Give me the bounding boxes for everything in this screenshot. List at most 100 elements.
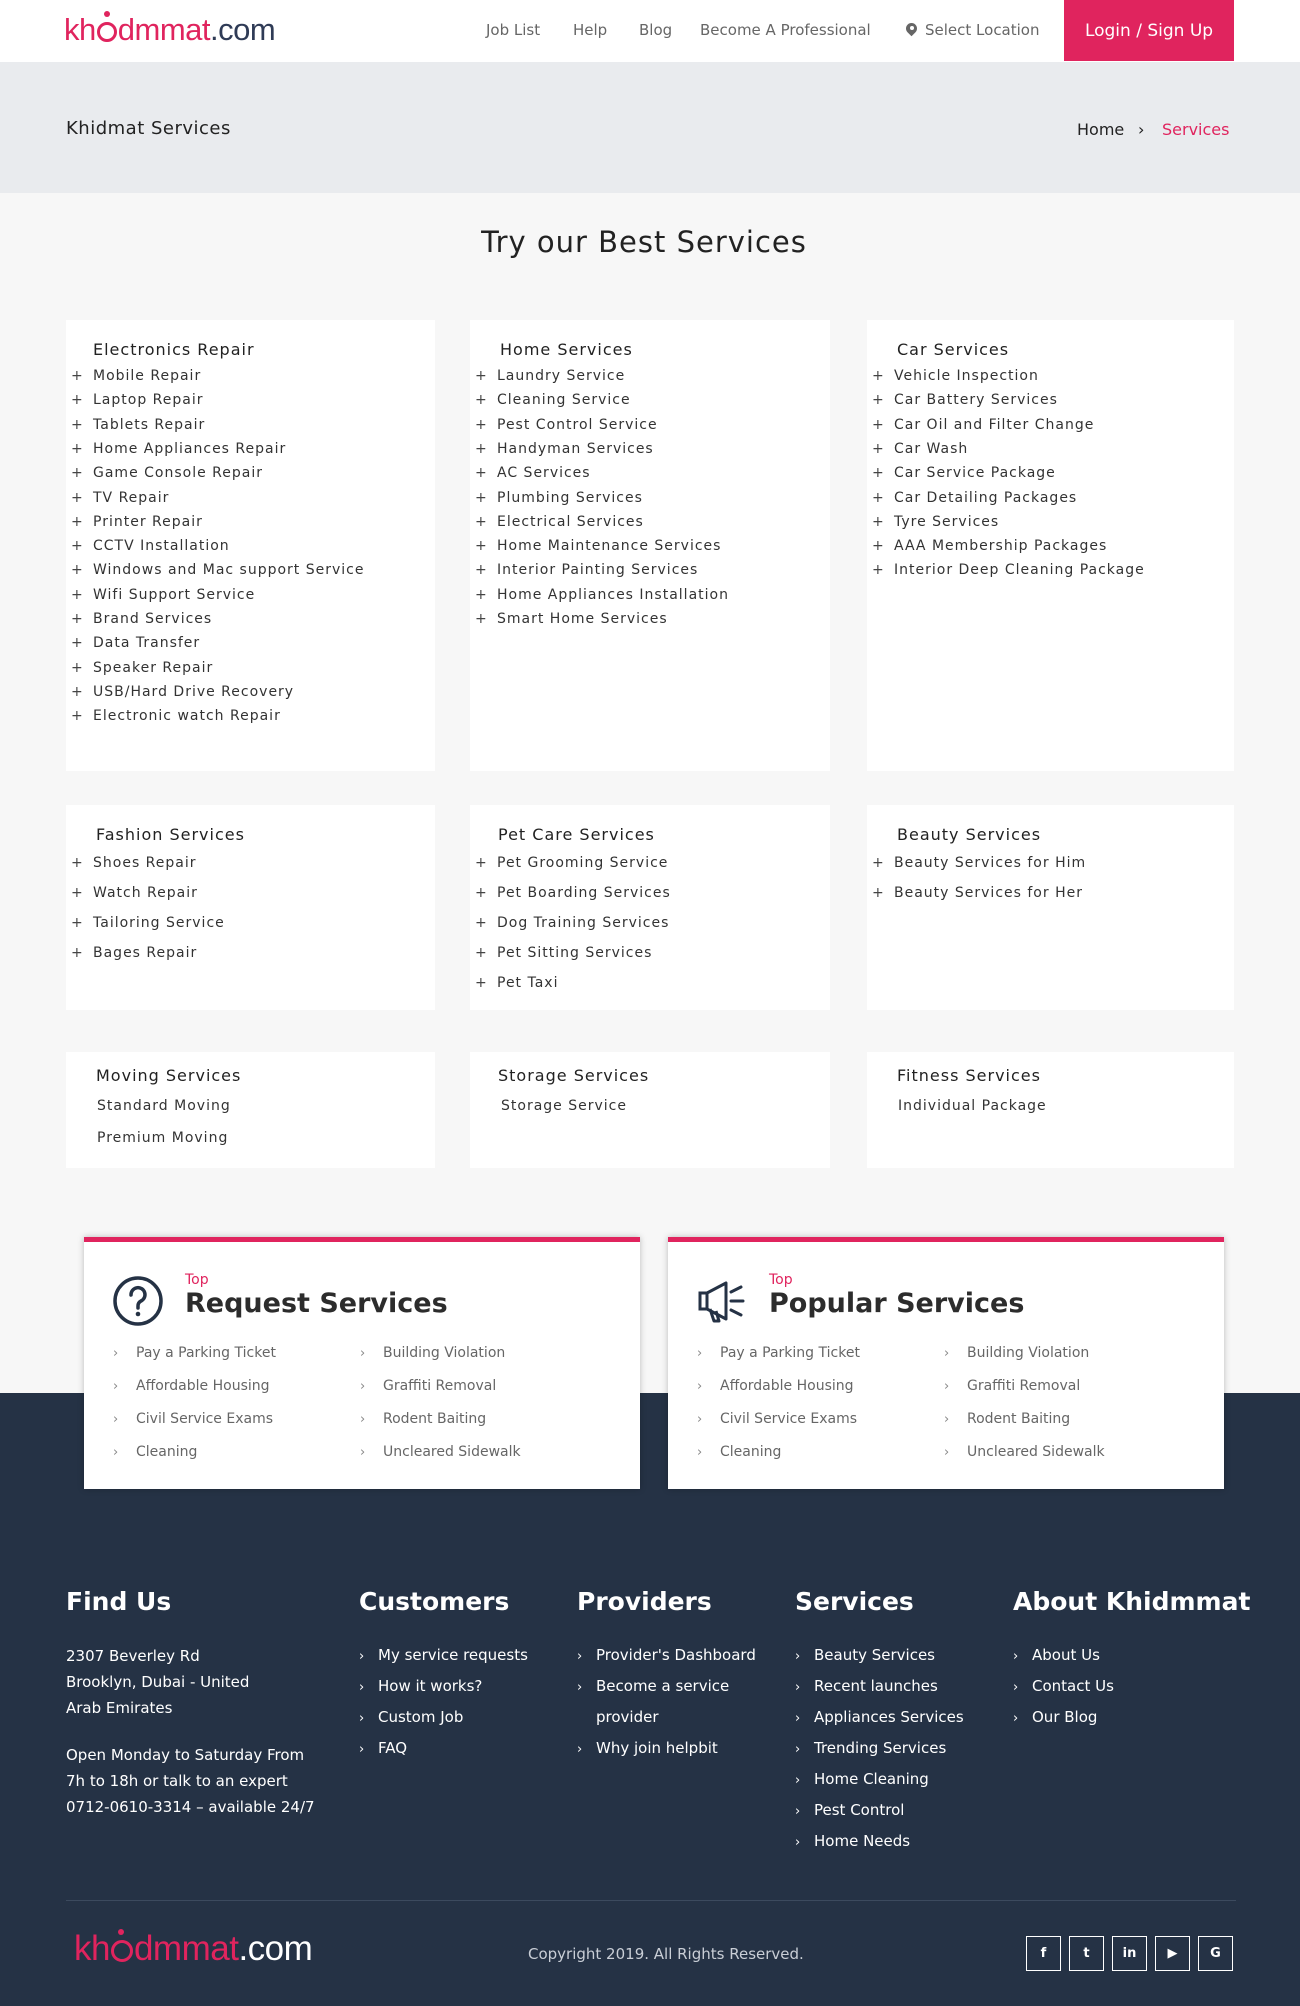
service-item[interactable]: + Game Console Repair — [71, 465, 263, 481]
footer-link-about[interactable]: › About Us — [1013, 1646, 1100, 1664]
top-service-link[interactable]: › Graffiti Removal — [360, 1378, 496, 1394]
service-item[interactable]: + TV Repair — [71, 490, 169, 506]
service-item[interactable]: + Beauty Services for Him — [872, 855, 1086, 871]
footer-link-providers[interactable]: › Why join helpbit — [577, 1739, 718, 1757]
footer-link-services[interactable]: › Home Needs — [795, 1832, 910, 1850]
footer-link-providers[interactable]: › Become a service — [577, 1677, 729, 1695]
youtube-icon[interactable]: ▶ — [1155, 1936, 1190, 1971]
top-service-link[interactable]: › Affordable Housing — [697, 1378, 854, 1394]
service-item[interactable]: + Plumbing Services — [475, 490, 643, 506]
service-item[interactable]: + Home Appliances Repair — [71, 441, 286, 457]
footer-link-services[interactable]: › Beauty Services — [795, 1646, 935, 1664]
footer-logo[interactable]: kh dmmat.com — [74, 1929, 313, 1969]
service-item[interactable]: + Speaker Repair — [71, 660, 213, 676]
service-card-title[interactable]: Fitness Services — [897, 1066, 1041, 1085]
top-service-link[interactable]: › Graffiti Removal — [944, 1378, 1080, 1394]
facebook-icon[interactable]: f — [1026, 1936, 1061, 1971]
top-service-link[interactable]: › Affordable Housing — [113, 1378, 270, 1394]
service-item[interactable]: + CCTV Installation — [71, 538, 230, 554]
service-item[interactable]: + Laptop Repair — [71, 392, 203, 408]
service-card-title[interactable]: Storage Services — [498, 1066, 649, 1085]
top-service-link[interactable]: › Pay a Parking Ticket — [697, 1345, 860, 1361]
top-service-link[interactable]: › Rodent Baiting — [944, 1411, 1070, 1427]
service-item[interactable]: + Home Appliances Installation — [475, 587, 729, 603]
service-item[interactable]: Individual Package — [898, 1098, 1047, 1114]
service-card-title[interactable]: Pet Care Services — [498, 825, 655, 844]
top-service-link[interactable]: › Uncleared Sidewalk — [944, 1444, 1105, 1460]
service-item[interactable]: + Car Detailing Packages — [872, 490, 1077, 506]
service-item[interactable]: + Electrical Services — [475, 514, 644, 530]
twitter-icon[interactable]: t — [1069, 1936, 1104, 1971]
site-logo[interactable]: kh dmmat.com — [64, 11, 276, 48]
footer-link-providers[interactable]: › Provider's Dashboard — [577, 1646, 756, 1664]
service-card-title[interactable]: Moving Services — [96, 1066, 241, 1085]
service-item[interactable]: + Vehicle Inspection — [872, 368, 1039, 384]
service-item[interactable]: + AAA Membership Packages — [872, 538, 1107, 554]
top-service-link[interactable]: › Cleaning — [697, 1444, 781, 1460]
service-item[interactable]: + Interior Deep Cleaning Package — [872, 562, 1145, 578]
top-service-link[interactable]: › Building Violation — [360, 1345, 505, 1361]
service-item[interactable]: + Smart Home Services — [475, 611, 668, 627]
service-item[interactable]: + Pet Boarding Services — [475, 885, 671, 901]
service-item[interactable]: + Shoes Repair — [71, 855, 197, 871]
top-service-link[interactable]: › Cleaning — [113, 1444, 197, 1460]
service-item[interactable]: + Tailoring Service — [71, 915, 225, 931]
nav-become-professional[interactable]: Become A Professional — [700, 21, 871, 39]
footer-link-services[interactable]: › Trending Services — [795, 1739, 946, 1757]
service-item[interactable]: + Tyre Services — [872, 514, 999, 530]
service-item[interactable]: + Pet Grooming Service — [475, 855, 668, 871]
service-item[interactable]: + Windows and Mac support Service — [71, 562, 364, 578]
service-item[interactable]: + Home Maintenance Services — [475, 538, 721, 554]
service-item[interactable]: + Wifi Support Service — [71, 587, 255, 603]
service-item[interactable]: + Car Battery Services — [872, 392, 1058, 408]
service-item[interactable]: + Pet Sitting Services — [475, 945, 652, 961]
service-item[interactable]: + Dog Training Services — [475, 915, 669, 931]
service-item[interactable]: + Data Transfer — [71, 635, 200, 651]
footer-link-services[interactable]: › Recent launches — [795, 1677, 938, 1695]
service-item[interactable]: + Cleaning Service — [475, 392, 631, 408]
service-card-title[interactable]: Beauty Services — [897, 825, 1041, 844]
nav-help[interactable]: Help — [573, 21, 607, 39]
service-card-title[interactable]: Electronics Repair — [93, 340, 255, 359]
top-service-link[interactable]: › Rodent Baiting — [360, 1411, 486, 1427]
service-item[interactable]: Standard Moving — [97, 1098, 231, 1114]
service-item[interactable]: + USB/Hard Drive Recovery — [71, 684, 294, 700]
top-service-link[interactable]: › Civil Service Exams — [113, 1411, 273, 1427]
footer-link-customers[interactable]: › Custom Job — [359, 1708, 463, 1726]
footer-link-customers[interactable]: › My service requests — [359, 1646, 528, 1664]
breadcrumb-home[interactable]: Home — [1077, 120, 1124, 139]
service-card-title[interactable]: Car Services — [897, 340, 1009, 359]
top-service-link[interactable]: › Uncleared Sidewalk — [360, 1444, 521, 1460]
service-item[interactable]: Storage Service — [501, 1098, 627, 1114]
service-item[interactable]: + Mobile Repair — [71, 368, 201, 384]
nav-job-list[interactable]: Job List — [486, 21, 540, 39]
footer-link-customers[interactable]: › FAQ — [359, 1739, 407, 1757]
top-service-link[interactable]: › Building Violation — [944, 1345, 1089, 1361]
login-signup-button[interactable]: Login / Sign Up — [1064, 0, 1234, 61]
service-item[interactable]: + Handyman Services — [475, 441, 654, 457]
nav-blog[interactable]: Blog — [639, 21, 672, 39]
top-service-link[interactable]: › Pay a Parking Ticket — [113, 1345, 276, 1361]
nav-select-location[interactable]: Select Location — [906, 21, 1040, 39]
service-item[interactable]: + Beauty Services for Her — [872, 885, 1083, 901]
service-item[interactable]: + Bages Repair — [71, 945, 197, 961]
google-icon[interactable]: G — [1198, 1936, 1233, 1971]
footer-link-about[interactable]: › Our Blog — [1013, 1708, 1097, 1726]
linkedin-icon[interactable]: in — [1112, 1936, 1147, 1971]
service-item[interactable]: + Watch Repair — [71, 885, 198, 901]
service-item[interactable]: Premium Moving — [97, 1130, 228, 1146]
service-item[interactable]: + Car Service Package — [872, 465, 1056, 481]
service-item[interactable]: + Car Wash — [872, 441, 968, 457]
footer-link-services[interactable]: › Pest Control — [795, 1801, 904, 1819]
service-item[interactable]: + Interior Painting Services — [475, 562, 698, 578]
service-item[interactable]: + Pest Control Service — [475, 417, 658, 433]
footer-link-about[interactable]: › Contact Us — [1013, 1677, 1114, 1695]
service-item[interactable]: + Electronic watch Repair — [71, 708, 281, 724]
service-item[interactable]: + Printer Repair — [71, 514, 203, 530]
footer-link-services[interactable]: › Appliances Services — [795, 1708, 964, 1726]
service-item[interactable]: + AC Services — [475, 465, 591, 481]
service-item[interactable]: + Laundry Service — [475, 368, 625, 384]
service-card-title[interactable]: Home Services — [500, 340, 633, 359]
service-card-title[interactable]: Fashion Services — [96, 825, 245, 844]
footer-link-providers[interactable]: provider — [577, 1708, 659, 1726]
